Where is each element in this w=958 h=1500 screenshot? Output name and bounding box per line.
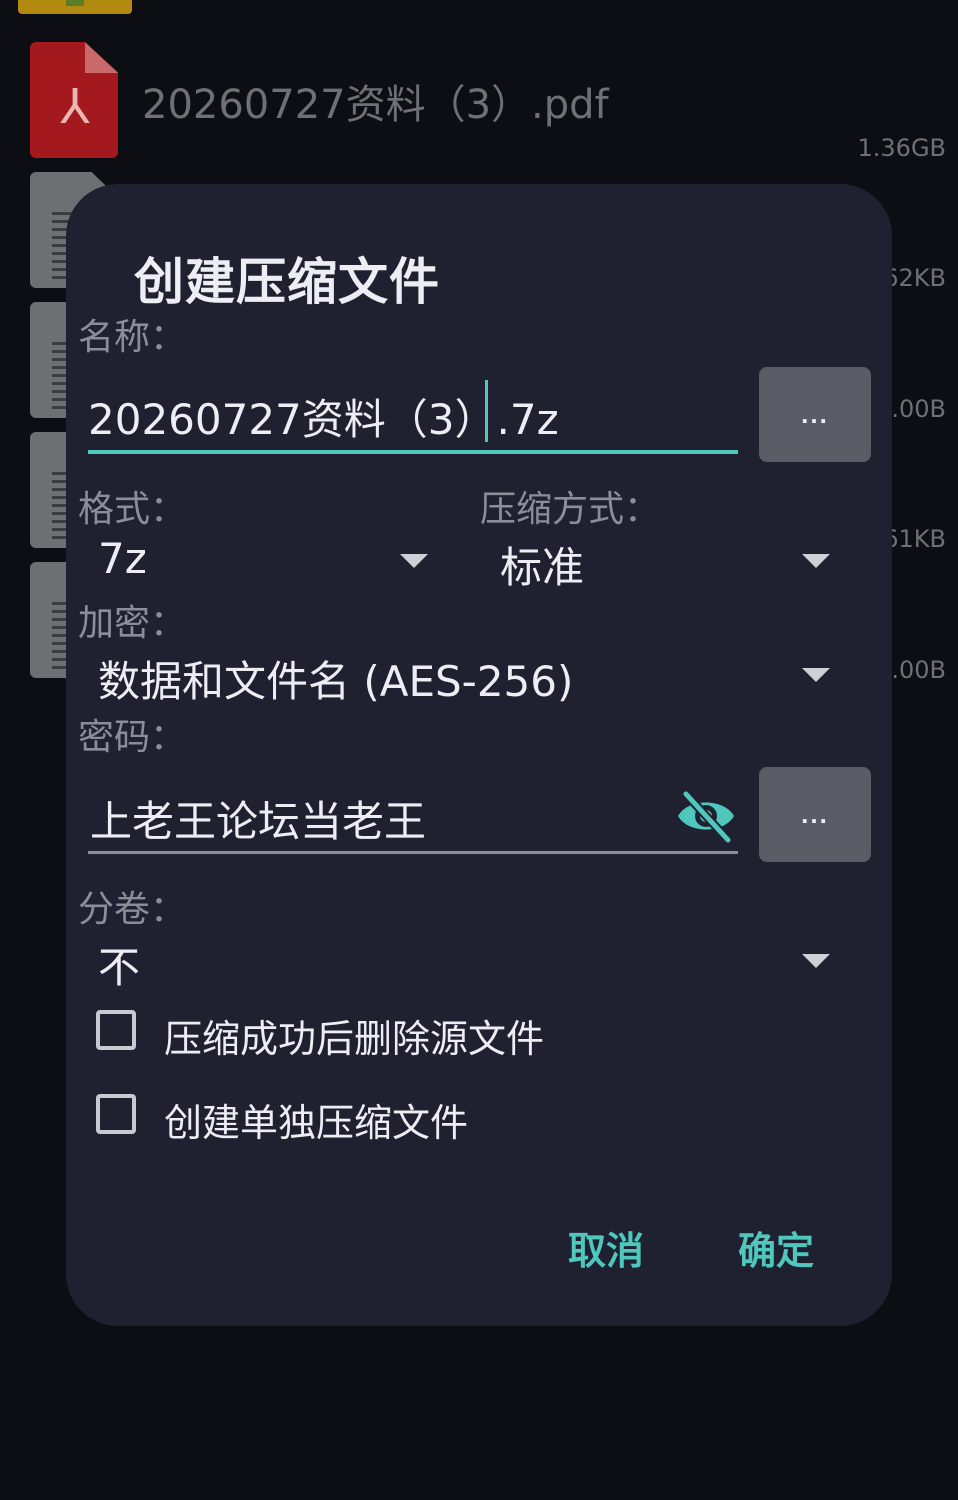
dialog-title: 创建压缩文件 xyxy=(134,253,440,311)
dropdown-arrow-icon xyxy=(802,554,830,568)
encrypt-label: 加密： xyxy=(78,603,187,644)
dropdown-arrow-icon xyxy=(802,668,830,682)
delete-source-checkbox[interactable]: 压缩成功后删除源文件 xyxy=(96,1010,696,1061)
name-input-underline xyxy=(88,450,738,454)
separate-archive-checkbox[interactable]: 创建单独压缩文件 xyxy=(96,1094,696,1145)
file-size: .00B xyxy=(891,395,946,423)
method-label: 压缩方式： xyxy=(480,489,661,530)
cancel-button[interactable]: 取消 xyxy=(568,1220,644,1275)
format-dropdown[interactable]: 7z xyxy=(98,534,430,590)
text-caret xyxy=(485,380,488,442)
file-size: 1.36GB xyxy=(857,134,947,162)
acrobat-icon: ⅄ xyxy=(60,79,90,135)
method-value: 标准 xyxy=(500,543,585,592)
dropdown-arrow-icon xyxy=(400,554,428,568)
file-size: .00B xyxy=(891,656,946,684)
delete-source-label: 压缩成功后删除源文件 xyxy=(164,1017,545,1061)
dropdown-arrow-icon xyxy=(802,954,830,968)
volume-value: 不 xyxy=(98,943,141,992)
format-value: 7z xyxy=(98,534,147,583)
format-label: 格式： xyxy=(78,489,187,530)
checkbox-box[interactable] xyxy=(96,1010,136,1050)
separate-archive-label: 创建单独压缩文件 xyxy=(164,1101,469,1145)
visibility-off-icon[interactable] xyxy=(674,784,738,848)
create-archive-dialog: 创建压缩文件 名称： 20260727资料（3）.7z ... 格式： 压缩方式… xyxy=(66,184,892,1326)
ok-button[interactable]: 确定 xyxy=(738,1220,814,1275)
browse-button[interactable]: ... xyxy=(759,367,871,462)
encrypt-value: 数据和文件名 (AES-256) xyxy=(98,657,574,706)
volume-label: 分卷： xyxy=(78,889,187,930)
checkbox-box[interactable] xyxy=(96,1094,136,1134)
background-filename: 20260727资料（3）.pdf xyxy=(142,82,609,128)
method-dropdown[interactable]: 标准 xyxy=(500,534,832,592)
name-label: 名称： xyxy=(78,317,187,358)
file-size: 61KB xyxy=(883,525,946,553)
volume-dropdown[interactable]: 不 xyxy=(98,934,832,992)
file-size: 62KB xyxy=(883,264,946,292)
encrypt-dropdown[interactable]: 数据和文件名 (AES-256) xyxy=(98,648,832,706)
password-input[interactable]: 上老王论坛当老王 xyxy=(90,788,426,849)
password-input-underline xyxy=(88,851,738,854)
name-input[interactable]: 20260727资料（3）.7z xyxy=(88,386,559,447)
password-more-button[interactable]: ... xyxy=(759,767,871,862)
password-label: 密码： xyxy=(78,717,187,758)
folder-icon xyxy=(18,0,132,14)
